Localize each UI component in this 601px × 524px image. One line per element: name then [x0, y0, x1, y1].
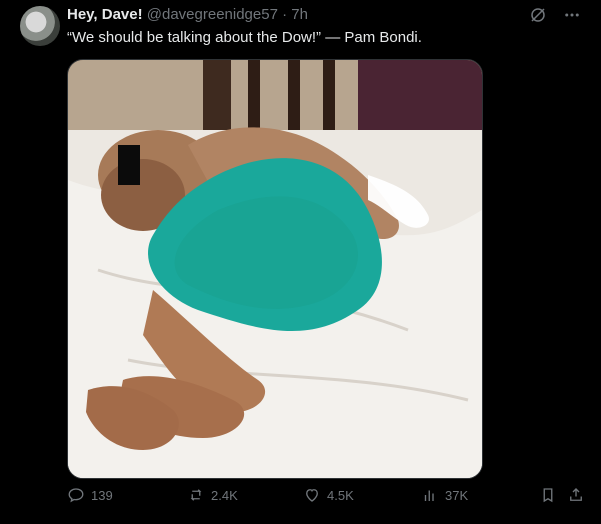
share-icon [570, 488, 582, 501]
reply-count: 139 [91, 487, 113, 503]
grok-icon[interactable] [527, 4, 549, 26]
reply-icon [68, 488, 84, 503]
timestamp[interactable]: 7h [291, 6, 308, 23]
top-actions [527, 4, 583, 26]
bookmark-icon [543, 488, 553, 503]
views-icon [424, 490, 434, 501]
like-action[interactable]: 4.5K [303, 486, 354, 504]
like-icon [306, 489, 318, 502]
repost-count: 2.4K [211, 487, 238, 503]
handle[interactable]: @davegreenidge57 [147, 6, 278, 23]
bookmark-action[interactable] [539, 486, 557, 504]
repost-icon [190, 489, 202, 501]
reply-action[interactable]: 139 [67, 486, 113, 504]
repost-action[interactable]: 2.4K [187, 486, 238, 504]
tweet: Hey, Dave! @davegreenidge57 · 7h “We sho… [0, 0, 601, 524]
like-count: 4.5K [327, 487, 354, 503]
views-count: 37K [445, 487, 469, 503]
views-action[interactable]: 37K [421, 486, 468, 504]
tweet-text: “We should be talking about the Dow!” — … [67, 29, 422, 46]
tweet-actions: 139 2.4K 4.5K 37K [67, 486, 587, 512]
share-action[interactable] [567, 486, 585, 504]
display-name[interactable]: Hey, Dave! [67, 6, 143, 23]
tweet-header: Hey, Dave! @davegreenidge57 · 7h [67, 6, 308, 24]
more-icon[interactable] [561, 4, 583, 26]
avatar[interactable] [20, 6, 60, 46]
tweet-image[interactable] [67, 59, 483, 479]
separator-dot: · [282, 6, 288, 23]
